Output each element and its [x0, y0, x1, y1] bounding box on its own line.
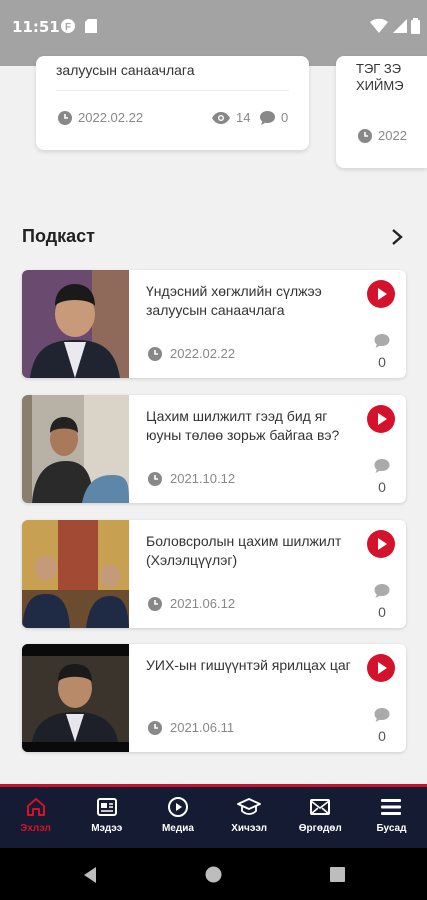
podcast-date-text: 2021.06.11 [170, 720, 235, 735]
clock-icon [148, 471, 162, 486]
nav-news[interactable]: Мэдээ [71, 787, 142, 848]
signal-icon [392, 18, 408, 39]
bottom-nav: Эхлэл Мэдээ Медиа Хичээл Өргөдөл Бусад [0, 784, 427, 848]
recents-icon[interactable] [330, 867, 345, 887]
podcast-title: УИХ-ын гишүүнтэй ярилцах цаг [146, 657, 351, 673]
nav-petitions[interactable]: Өргөдөл [285, 787, 356, 848]
clock-icon [148, 720, 162, 735]
news-card-date-text: 2022 [378, 128, 407, 143]
eye-icon [212, 111, 230, 124]
news-card-date-text: 2022.02.22 [78, 110, 144, 125]
news-card-title: залуусын санаачлага [56, 62, 195, 78]
home-icon [26, 798, 45, 816]
nav-label: Эхлэл [20, 823, 51, 834]
comment-count: 0 [378, 604, 386, 620]
home-button-icon[interactable] [205, 866, 222, 888]
podcast-title: Боловсролын цахим шилжилт (Хэлэлцүүлэг) [146, 533, 342, 568]
news-card[interactable]: залуусын санаачлага 2022.02.22 14 0 [36, 56, 309, 150]
nav-label: Өргөдөл [298, 823, 342, 834]
podcast-card[interactable]: Цахим шилжилт гээд бид яг юуны төлөө зор… [22, 395, 406, 503]
clock-icon [148, 346, 162, 361]
battery-icon [411, 18, 420, 39]
sd-card-icon [84, 18, 98, 39]
news-card-title: ТЭГ ЗЭ ХИЙМЭ [356, 61, 404, 93]
comment-count: 0 [378, 479, 386, 495]
status-time: 11:51 [12, 18, 60, 36]
comment-icon [260, 110, 275, 125]
news-card-comments-count: 0 [281, 110, 289, 125]
system-nav-bar [0, 848, 427, 900]
podcast-date: 2021.06.12 [148, 596, 235, 611]
news-card-views: 14 [212, 110, 250, 125]
play-circle-icon [167, 797, 188, 817]
news-card-comments: 0 [260, 110, 288, 125]
nav-media[interactable]: Медиа [142, 787, 213, 848]
podcast-thumbnail [22, 644, 129, 752]
back-icon[interactable] [82, 866, 98, 889]
news-icon [96, 798, 117, 816]
play-button[interactable] [367, 405, 395, 433]
clock-icon [58, 110, 72, 125]
chevron-right-icon[interactable] [390, 228, 404, 251]
menu-icon [381, 799, 402, 815]
news-card-date: 2022 [358, 128, 407, 143]
podcast-date-text: 2021.10.12 [170, 471, 236, 486]
wifi-icon [370, 18, 388, 39]
podcast-thumbnail [22, 520, 129, 628]
nav-label: Бусад [376, 823, 407, 834]
play-button[interactable] [367, 654, 395, 682]
nav-lessons[interactable]: Хичээл [214, 787, 285, 848]
comment-count: 0 [378, 354, 386, 370]
clock-icon [358, 128, 372, 143]
nav-home[interactable]: Эхлэл [0, 787, 71, 848]
nav-label: Мэдээ [91, 823, 123, 834]
podcast-card[interactable]: Боловсролын цахим шилжилт (Хэлэлцүүлэг) … [22, 520, 406, 628]
play-button[interactable] [367, 280, 395, 308]
mail-icon [310, 799, 331, 815]
podcast-date-text: 2021.06.12 [170, 596, 236, 611]
news-card-date: 2022.02.22 [58, 110, 143, 125]
podcast-title: Үндэсний хөгжлийн сүлжээ залуусын санаач… [146, 283, 322, 318]
divider [56, 90, 289, 91]
podcast-thumbnail [22, 270, 129, 378]
notification-icon: F [60, 18, 76, 39]
comment-count: 0 [378, 728, 386, 744]
comment-icon [374, 708, 390, 727]
news-card-views-count: 14 [236, 110, 251, 125]
podcast-card[interactable]: УИХ-ын гишүүнтэй ярилцах цаг 2021.06.11 … [22, 644, 406, 752]
news-card[interactable]: ТЭГ ЗЭ ХИЙМЭ 2022 [336, 56, 427, 168]
podcast-card[interactable]: Үндэсний хөгжлийн сүлжээ залуусын санаач… [22, 270, 406, 378]
podcast-title: Цахим шилжилт гээд бид яг юуны төлөө зор… [146, 408, 340, 443]
comment-icon [374, 334, 390, 353]
nav-label: Хичээл [231, 823, 267, 834]
nav-label: Медиа [161, 823, 194, 834]
comment-icon [374, 459, 390, 478]
podcast-date: 2021.10.12 [148, 471, 235, 486]
clock-icon [148, 596, 162, 611]
podcast-date: 2021.06.11 [148, 720, 234, 735]
section-title: Подкаст [22, 226, 95, 246]
play-button[interactable] [367, 530, 395, 558]
podcast-date: 2022.02.22 [148, 346, 235, 361]
graduation-cap-icon [237, 798, 261, 815]
svg-text:F: F [65, 22, 71, 33]
podcast-thumbnail [22, 395, 129, 503]
comment-icon [374, 584, 390, 603]
podcast-date-text: 2022.02.22 [170, 346, 236, 361]
nav-more[interactable]: Бусад [356, 787, 427, 848]
